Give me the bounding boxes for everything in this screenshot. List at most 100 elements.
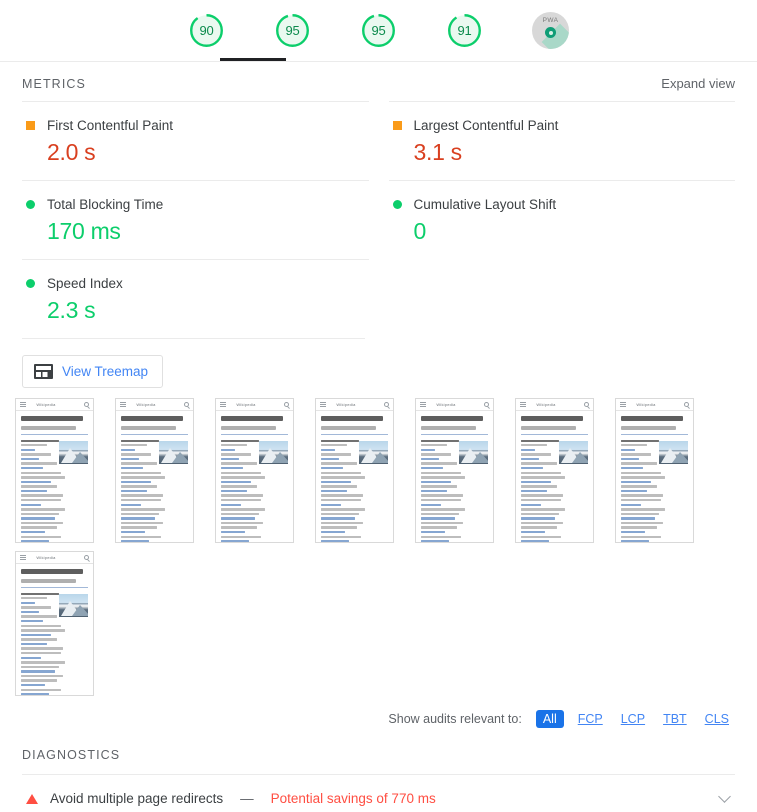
thumbnail-page-body bbox=[16, 564, 93, 695]
audit-filter-all[interactable]: All bbox=[535, 710, 564, 728]
thumbnail-text-line bbox=[521, 503, 541, 506]
metric-speed-index[interactable]: Speed Index 2.3 s bbox=[22, 259, 369, 338]
metric-cumulative-layout-shift[interactable]: Cumulative Layout Shift 0 bbox=[388, 180, 736, 259]
thumbnail-text-line bbox=[121, 531, 145, 534]
expand-view-button[interactable]: Expand view bbox=[661, 76, 735, 91]
thumbnail-page-header: Wikipedia bbox=[416, 399, 493, 411]
filmstrip-thumbnail[interactable]: Wikipedia bbox=[615, 398, 694, 543]
filmstrip-thumbnail[interactable]: Wikipedia bbox=[115, 398, 194, 543]
thumbnail-text-line bbox=[521, 448, 535, 452]
gauge-performance[interactable]: 90 bbox=[177, 1, 237, 61]
thumbnail-text-line bbox=[621, 453, 651, 456]
audit-filter-cls[interactable]: CLS bbox=[701, 710, 733, 728]
diagnostic-item-avoid-multiple-page-redirects[interactable]: Avoid multiple page redirects — Potentia… bbox=[22, 774, 735, 812]
thumbnail-text-line bbox=[121, 526, 157, 529]
thumbnail-text-line bbox=[21, 597, 47, 600]
thumbnail-text-line bbox=[21, 674, 63, 678]
diagnostic-dash: — bbox=[240, 791, 254, 806]
audit-filter-tbt[interactable]: TBT bbox=[659, 710, 691, 728]
thumbnail-text-line bbox=[421, 457, 439, 461]
thumbnail-text-line bbox=[121, 448, 135, 452]
thumbnail-text-line bbox=[21, 476, 65, 479]
thumbnail-brand-label: Wikipedia bbox=[236, 402, 256, 407]
thumbnail-text-line bbox=[21, 693, 49, 695]
thumbnail-text-line bbox=[521, 494, 563, 497]
thumbnail-text-line bbox=[621, 517, 655, 520]
thumbnail-text-line bbox=[21, 688, 61, 692]
view-treemap-button[interactable]: View Treemap bbox=[22, 355, 164, 388]
metric-indicator-circle-icon bbox=[26, 279, 35, 288]
thumbnail-text-line bbox=[621, 521, 663, 525]
gauge-best-practices[interactable]: 95 bbox=[349, 1, 409, 61]
thumbnail-text-line bbox=[21, 638, 57, 641]
thumbnail-subheading bbox=[221, 426, 276, 430]
thumbnail-text-line bbox=[521, 540, 549, 542]
filmstrip-thumbnail[interactable]: Wikipedia bbox=[15, 551, 94, 696]
thumbnail-text-line bbox=[21, 615, 57, 618]
audit-filter-lcp[interactable]: LCP bbox=[617, 710, 649, 728]
view-treemap-label: View Treemap bbox=[62, 364, 149, 379]
thumbnail-text-line bbox=[121, 508, 165, 511]
thumbnail-text-line bbox=[621, 466, 643, 470]
thumbnail-divider bbox=[421, 433, 488, 435]
thumbnail-text-line bbox=[221, 526, 257, 529]
thumbnail-text-line bbox=[21, 610, 39, 614]
pwa-check-dot bbox=[545, 27, 556, 38]
thumbnail-text-line bbox=[421, 439, 459, 442]
thumbnail-text-line bbox=[21, 606, 51, 609]
thumbnail-text-line bbox=[221, 485, 257, 488]
thumbnail-text-line bbox=[21, 508, 65, 511]
thumbnail-text-line bbox=[521, 521, 563, 525]
thumbnail-text-line bbox=[321, 535, 361, 539]
thumbnail-text-line bbox=[221, 508, 265, 511]
filmstrip-thumbnail[interactable]: Wikipedia bbox=[415, 398, 494, 543]
metric-label: Speed Index bbox=[47, 276, 123, 291]
thumbnail-text-line bbox=[421, 444, 447, 447]
chevron-down-icon[interactable] bbox=[718, 790, 731, 803]
filmstrip-thumbnail[interactable]: Wikipedia bbox=[215, 398, 294, 543]
thumbnail-text-line bbox=[421, 462, 457, 465]
thumbnail-text-line bbox=[221, 531, 245, 534]
thumbnail-mountain-photo bbox=[259, 440, 288, 464]
thumbnail-text-line bbox=[21, 665, 59, 669]
metric-head: Cumulative Layout Shift bbox=[389, 197, 736, 212]
thumbnail-text-line bbox=[521, 476, 565, 479]
hamburger-menu-icon bbox=[120, 402, 126, 407]
gauge-accessibility[interactable]: 95 bbox=[263, 1, 323, 61]
thumbnail-text-line bbox=[21, 503, 41, 506]
metric-total-blocking-time[interactable]: Total Blocking Time 170 ms bbox=[22, 180, 369, 259]
metric-first-contentful-paint[interactable]: First Contentful Paint 2.0 s bbox=[22, 101, 369, 180]
hamburger-menu-icon bbox=[420, 402, 426, 407]
filmstrip-thumbnail[interactable]: Wikipedia bbox=[515, 398, 594, 543]
thumbnail-page-body bbox=[216, 411, 293, 542]
thumbnail-text-line bbox=[221, 471, 261, 474]
thumbnail-subheading bbox=[521, 426, 576, 430]
thumbnail-text-line bbox=[21, 526, 57, 529]
metrics-grid: First Contentful Paint 2.0 s Largest Con… bbox=[0, 101, 757, 338]
thumbnail-text-line bbox=[521, 466, 543, 470]
thumbnail-text-line bbox=[621, 526, 657, 529]
gauge-seo[interactable]: 91 bbox=[435, 1, 495, 61]
search-icon bbox=[483, 402, 489, 407]
thumbnail-text-line bbox=[221, 517, 255, 520]
filmstrip-thumbnail[interactable]: Wikipedia bbox=[315, 398, 394, 543]
thumbnail-text-line bbox=[421, 453, 451, 456]
thumbnail-text-line bbox=[521, 508, 565, 511]
thumbnail-text-line bbox=[321, 526, 357, 529]
metric-largest-contentful-paint[interactable]: Largest Contentful Paint 3.1 s bbox=[388, 101, 735, 180]
thumbnail-text-line bbox=[621, 508, 665, 511]
thumbnail-text-line bbox=[121, 540, 149, 542]
filmstrip-thumbnail[interactable]: Wikipedia bbox=[15, 398, 94, 543]
metric-label: Cumulative Layout Shift bbox=[413, 197, 557, 212]
gauge-pwa[interactable]: PWA bbox=[521, 1, 581, 61]
metric-label: Total Blocking Time bbox=[47, 197, 164, 212]
thumbnail-subheading bbox=[121, 426, 176, 430]
hamburger-menu-icon bbox=[220, 402, 226, 407]
thumbnail-text-line bbox=[521, 531, 545, 534]
thumbnail-text-line bbox=[21, 439, 59, 442]
metrics-grid-spacer bbox=[389, 259, 736, 338]
thumbnail-text-line bbox=[321, 444, 347, 447]
audit-filter-fcp[interactable]: FCP bbox=[574, 710, 607, 728]
thumbnail-text-line bbox=[321, 517, 355, 520]
thumbnail-page-body bbox=[316, 411, 393, 542]
